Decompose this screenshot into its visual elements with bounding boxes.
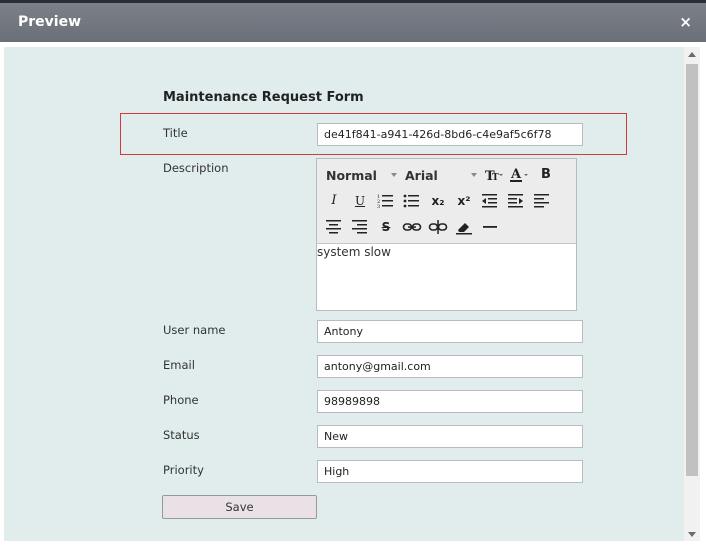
bullet-list-icon[interactable] xyxy=(401,191,423,211)
dialog-body: Maintenance Request Form Title Descripti… xyxy=(0,42,706,547)
email-label: Email xyxy=(163,358,195,372)
form-panel: Maintenance Request Form Title Descripti… xyxy=(4,47,684,541)
clear-format-icon[interactable] xyxy=(453,217,475,237)
title-input[interactable] xyxy=(317,123,583,146)
bold-icon[interactable]: B xyxy=(535,165,557,185)
user-name-input[interactable] xyxy=(317,320,583,343)
unlink-icon[interactable] xyxy=(427,217,449,237)
superscript-icon[interactable]: x² xyxy=(453,191,475,211)
format-select[interactable]: Normal xyxy=(326,168,377,183)
status-label: Status xyxy=(163,428,200,442)
align-right-icon[interactable] xyxy=(349,217,371,237)
horizontal-rule-icon[interactable] xyxy=(479,217,501,237)
italic-icon[interactable]: I xyxy=(323,191,345,211)
title-label: Title xyxy=(163,126,188,140)
font-select[interactable]: Arial xyxy=(405,168,438,183)
phone-input[interactable] xyxy=(317,390,583,413)
phone-label: Phone xyxy=(163,393,199,407)
format-select-caret-icon[interactable] xyxy=(391,173,397,177)
editor-toolbar: Normal Arial TT A B I U 123 x₂ x² S xyxy=(317,159,576,244)
dialog-titlebar: Preview × xyxy=(0,3,706,42)
priority-input[interactable] xyxy=(317,460,583,483)
dialog-title: Preview xyxy=(18,14,82,30)
user-name-label: User name xyxy=(163,323,226,337)
description-editor[interactable]: Normal Arial TT A B I U 123 x₂ x² S syst… xyxy=(316,158,577,311)
form-heading: Maintenance Request Form xyxy=(163,90,364,105)
scroll-down-icon[interactable] xyxy=(688,532,696,537)
close-icon[interactable]: × xyxy=(679,13,692,31)
description-text[interactable]: system slow xyxy=(317,245,391,259)
font-select-caret-icon[interactable] xyxy=(471,173,477,177)
save-button[interactable]: Save xyxy=(162,495,317,519)
align-center-icon[interactable] xyxy=(323,217,345,237)
svg-text:T: T xyxy=(492,173,499,183)
align-left-icon[interactable] xyxy=(531,191,553,211)
strikethrough-icon[interactable]: S xyxy=(375,217,397,237)
link-icon[interactable] xyxy=(401,217,423,237)
subscript-icon[interactable]: x₂ xyxy=(427,191,449,211)
indent-icon[interactable] xyxy=(505,191,527,211)
status-input[interactable] xyxy=(317,425,583,448)
scroll-up-icon[interactable] xyxy=(688,52,696,57)
email-input[interactable] xyxy=(317,355,583,378)
description-label: Description xyxy=(163,161,229,175)
svg-text:3: 3 xyxy=(377,204,380,210)
priority-label: Priority xyxy=(163,463,204,477)
font-size-icon[interactable]: TT xyxy=(483,165,505,185)
svg-text:A: A xyxy=(510,167,522,182)
ordered-list-icon[interactable]: 123 xyxy=(375,191,397,211)
underline-icon[interactable]: U xyxy=(349,191,371,211)
scrollbar-thumb[interactable] xyxy=(686,64,698,476)
outdent-icon[interactable] xyxy=(479,191,501,211)
font-color-icon[interactable]: A xyxy=(508,165,530,185)
vertical-scrollbar[interactable] xyxy=(684,47,700,541)
